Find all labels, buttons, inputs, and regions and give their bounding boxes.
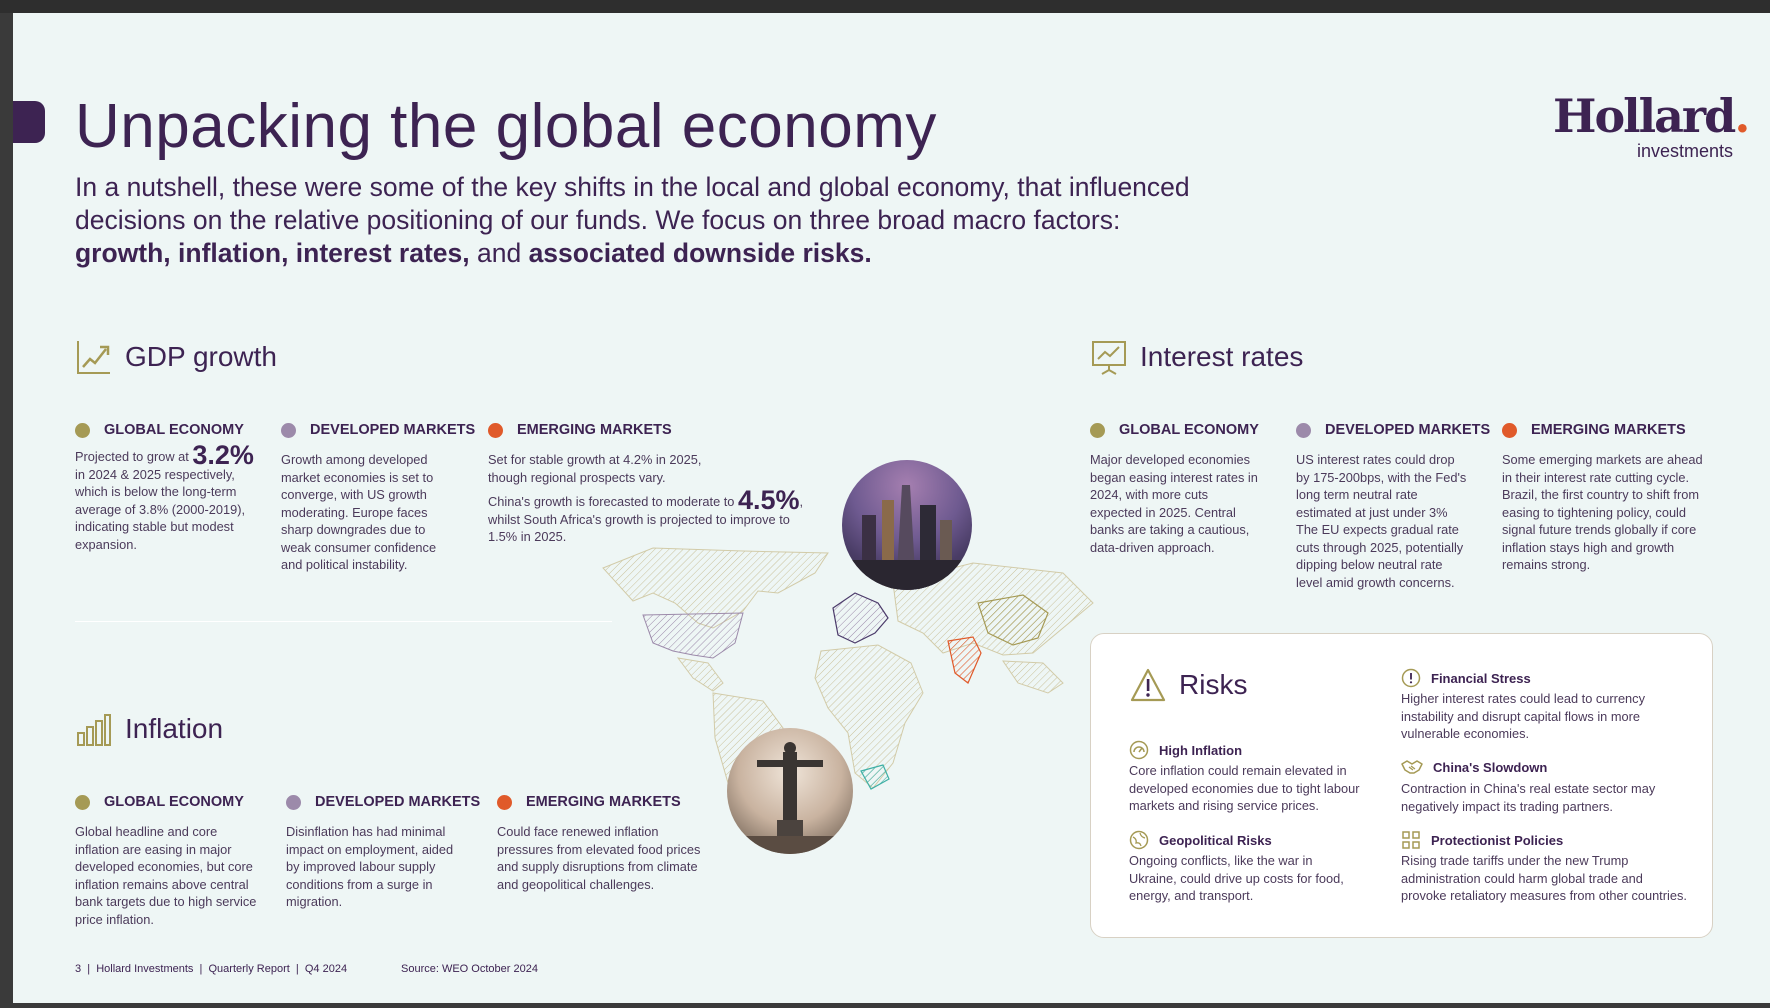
world-map-illustration	[602, 547, 1094, 824]
risk-protectionist-text: Rising trade tariffs under the new Trump…	[1401, 853, 1687, 903]
handshake-icon	[1401, 760, 1423, 774]
orange-dot-icon	[488, 422, 503, 438]
gdp-developed-text: Growth among developed market economies …	[281, 452, 437, 572]
risk-high-inflation-text: Core inflation could remain elevated in …	[1129, 763, 1360, 813]
risk-china-slowdown-text: Contraction in China's real estate secto…	[1401, 781, 1656, 814]
gdp-emerging-pre: China's growth is forecasted to moderate…	[488, 494, 738, 509]
interest-emerging-text: Some emerging markets are ahead in their…	[1502, 452, 1703, 572]
gold-dot-icon	[1090, 422, 1105, 438]
interest-global-column: GLOBAL ECONOMY Major developed economies…	[1090, 421, 1260, 556]
map-india	[947, 636, 982, 684]
intro-bold-risks: associated downside risks.	[528, 238, 872, 268]
viewer-top-bar	[0, 0, 1770, 13]
map-central-america	[676, 657, 724, 692]
logo-dot: .	[1734, 89, 1750, 143]
interest-global-text: Major developed economies began easing i…	[1090, 452, 1258, 555]
risk-financial-stress-title: Financial Stress	[1431, 670, 1531, 686]
orange-dot-icon	[1502, 422, 1517, 438]
risk-financial-stress-text: Higher interest rates could lead to curr…	[1401, 691, 1645, 741]
orange-dot-icon	[497, 794, 512, 810]
alert-circle-icon	[1401, 668, 1421, 688]
presentation-chart-icon	[1090, 338, 1128, 376]
interest-developed-label: DEVELOPED MARKETS	[1325, 422, 1491, 438]
gdp-emerging-column: EMERGING MARKETS Set for stable growth a…	[488, 421, 828, 546]
gdp-section-header: GDP growth	[75, 338, 277, 376]
logo-subtitle: investments	[1636, 141, 1733, 161]
inflation-developed-text: Disinflation has had minimal impact on e…	[286, 824, 454, 909]
risk-financial-stress-header: Financial Stress	[1401, 668, 1531, 688]
bar-chart-icon	[75, 710, 113, 748]
inflation-heading: Inflation	[125, 713, 224, 744]
gdp-global-figure: 3.2%	[192, 440, 254, 470]
map-southeast-asia	[1002, 660, 1064, 694]
gdp-emerging-text-1: Set for stable growth at 4.2% in 2025, t…	[488, 452, 702, 485]
gdp-heading: GDP growth	[125, 341, 277, 372]
lilac-dot-icon	[1296, 422, 1311, 438]
gdp-global-pre: Projected to grow at	[75, 449, 193, 464]
inflation-global-text: Global headline and core inflation are e…	[75, 824, 257, 927]
london-skyline-photo	[842, 460, 972, 590]
report-slide: Unpacking the global economy In a nutshe…	[13, 13, 1770, 1003]
lilac-dot-icon	[286, 794, 301, 810]
tariff-blocks-icon	[1402, 831, 1420, 849]
inflation-emerging-text: Could face renewed inflation pressures f…	[497, 824, 701, 892]
gdp-global-column: GLOBAL ECONOMY Projected to grow at 3.2%…	[75, 421, 260, 553]
interest-developed-text-1: US interest rates could drop by 175-200b…	[1296, 452, 1467, 520]
section-divider	[75, 621, 612, 622]
hollard-logo: Hollard. investments	[1553, 93, 1750, 162]
warning-triangle-icon	[1129, 666, 1167, 704]
risk-protectionist-header: Protectionist Policies	[1401, 830, 1563, 850]
gold-dot-icon	[75, 422, 90, 438]
intro-line-2: decisions on the relative positioning of…	[75, 205, 1121, 235]
risk-china-slowdown-title: China's Slowdown	[1433, 759, 1548, 775]
christ-redeemer-photo	[727, 728, 853, 854]
inflation-developed-label: DEVELOPED MARKETS	[315, 794, 481, 810]
risk-protectionist-title: Protectionist Policies	[1431, 832, 1564, 848]
interest-global-label: GLOBAL ECONOMY	[1119, 422, 1259, 438]
gdp-global-label: GLOBAL ECONOMY	[104, 422, 244, 438]
lilac-dot-icon	[281, 422, 296, 438]
intro-line-1: In a nutshell, these were some of the ke…	[75, 172, 1190, 202]
risk-high-inflation-title: High Inflation	[1159, 742, 1243, 758]
intro-and: and	[469, 238, 529, 268]
inflation-developed-column: DEVELOPED MARKETS Disinflation has had m…	[286, 793, 480, 911]
viewer-left-edge	[0, 13, 13, 1008]
gdp-emerging-figure: 4.5%	[737, 485, 800, 515]
risk-china-slowdown-header: China's Slowdown	[1401, 758, 1547, 776]
interest-heading: Interest rates	[1140, 341, 1304, 372]
risk-high-inflation-header: High Inflation	[1129, 740, 1242, 760]
interest-emerging-column: EMERGING MARKETS Some emerging markets a…	[1502, 421, 1717, 574]
intro-bold-factors: growth, inflation, interest rates,	[75, 238, 470, 268]
gdp-developed-label: DEVELOPED MARKETS	[310, 422, 476, 438]
growth-chart-icon	[75, 338, 113, 376]
page-title: Unpacking the global economy	[75, 92, 937, 161]
risks-header: Risks	[1129, 666, 1247, 704]
inflation-gauge-icon	[1129, 740, 1149, 760]
risk-geopolitical-header: Geopolitical Risks	[1129, 830, 1272, 850]
risk-geopolitical-text: Ongoing conflicts, like the war in Ukrai…	[1129, 853, 1344, 903]
interest-developed-column: DEVELOPED MARKETS US interest rates coul…	[1296, 421, 1490, 591]
risks-panel: Risks High Inflation Core inflation coul…	[1090, 633, 1713, 938]
interest-developed-text-2: The EU expects gradual rate cuts through…	[1296, 522, 1464, 590]
intro-paragraph: In a nutshell, these were some of the ke…	[75, 171, 1225, 270]
inflation-global-label: GLOBAL ECONOMY	[104, 794, 244, 810]
globe-icon	[1129, 830, 1149, 850]
footer-pagination: 3 | Hollard Investments | Quarterly Repo…	[75, 963, 348, 975]
gold-dot-icon	[75, 794, 90, 810]
interest-emerging-label: EMERGING MARKETS	[1531, 422, 1686, 438]
inflation-global-column: GLOBAL ECONOMY Global headline and core …	[75, 793, 260, 928]
title-accent-tab	[13, 101, 45, 143]
map-usa	[642, 612, 744, 659]
risk-geopolitical-title: Geopolitical Risks	[1159, 832, 1272, 848]
risks-heading: Risks	[1179, 669, 1248, 700]
gdp-emerging-label: EMERGING MARKETS	[517, 422, 672, 438]
logo-wordmark: Hollard	[1553, 89, 1736, 143]
gdp-developed-column: DEVELOPED MARKETS Growth among developed…	[281, 421, 475, 574]
gdp-global-text: in 2024 & 2025 respectively, which is be…	[75, 466, 246, 552]
map-europe	[832, 592, 889, 644]
interest-section-header: Interest rates	[1090, 338, 1303, 376]
footer-source: Source: WEO October 2024	[401, 963, 538, 975]
inflation-section-header: Inflation	[75, 710, 223, 748]
